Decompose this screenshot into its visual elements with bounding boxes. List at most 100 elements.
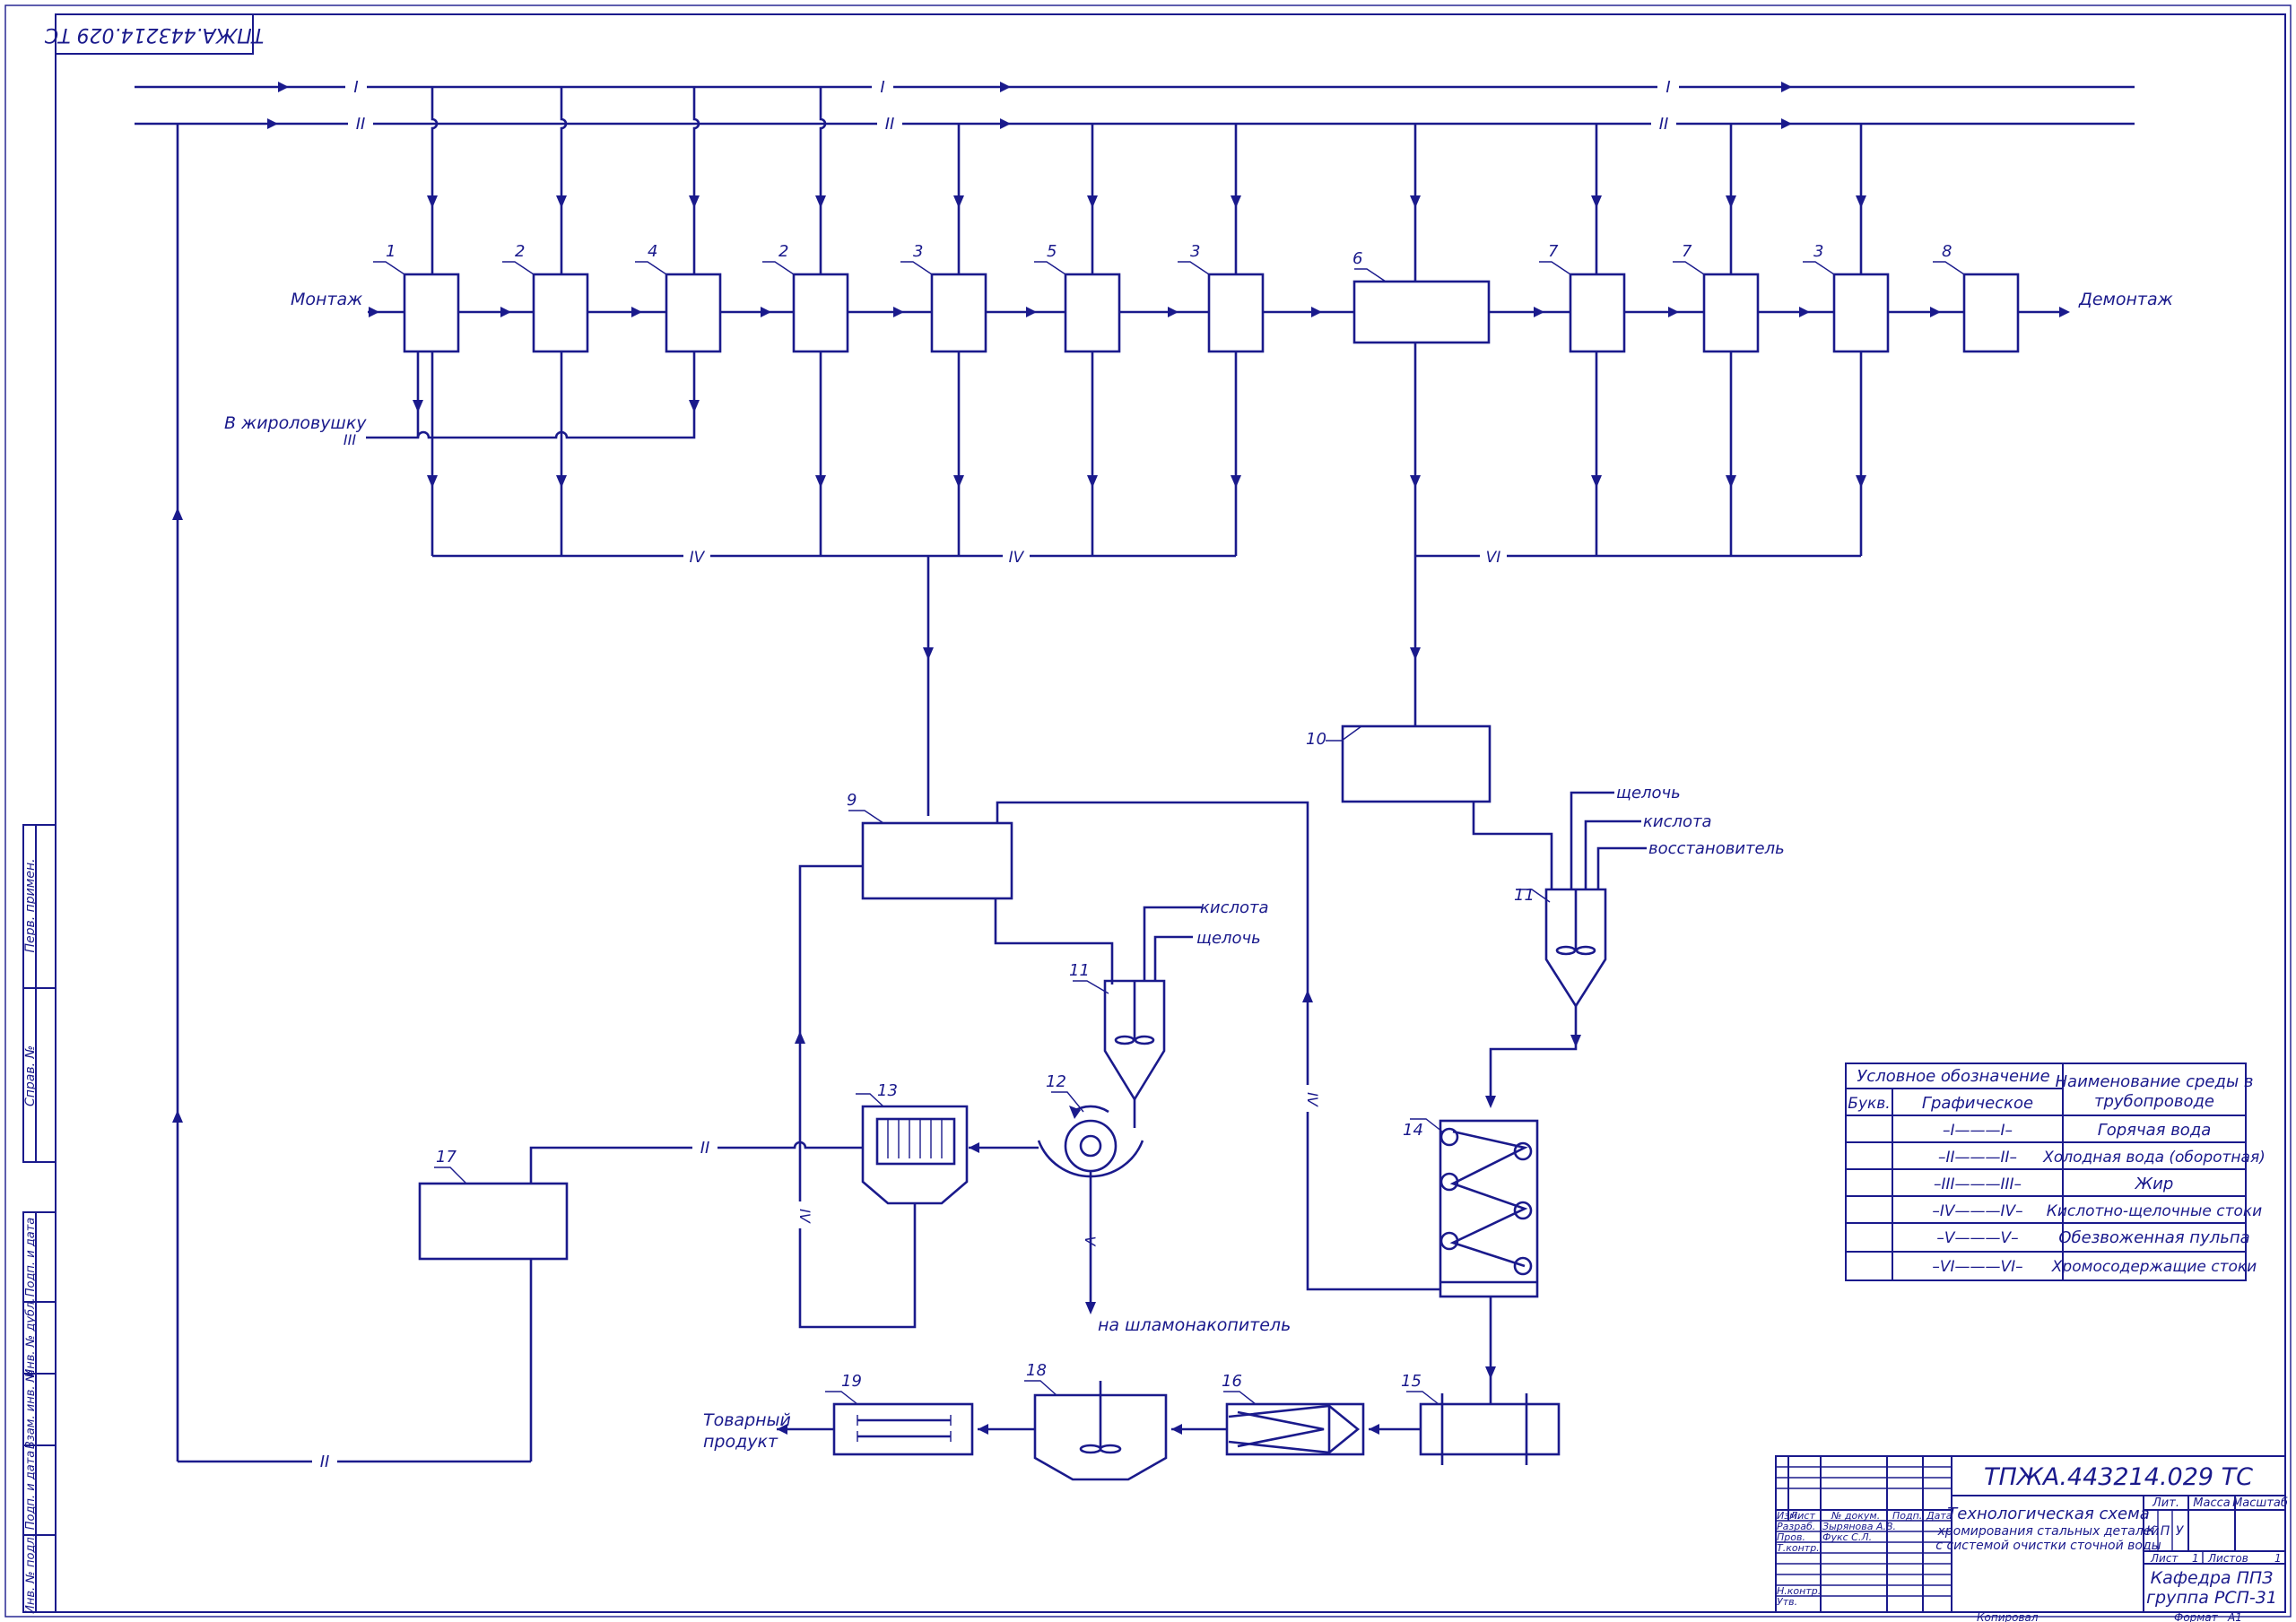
label-alkali-2: щелочь (1616, 784, 1681, 802)
num-11a: 11 (1069, 961, 1090, 980)
bath-2b (792, 273, 849, 353)
label-to-sludge: на шламонакопитель (1098, 1315, 1291, 1335)
num-4: 4 (648, 242, 657, 261)
legend-hdr-conventional: Условное обозначение (1857, 1067, 2049, 1086)
tb-sheets: Листов (2207, 1552, 2248, 1565)
tb-title-1: Технологическая схема (1947, 1505, 2149, 1523)
legend-name-5: Обезвоженная пульпа (2058, 1228, 2249, 1247)
bath-8 (1962, 273, 2020, 353)
num-12: 12 (1046, 1072, 1066, 1091)
label-IV-1: IV (690, 549, 706, 567)
unit-10 (1341, 724, 1492, 803)
num-6: 6 (1352, 249, 1362, 268)
legend-table: Условное обозначение Букв. Графическое Н… (1845, 1063, 2266, 1281)
pipeline-VI: VI (1410, 343, 1866, 726)
tb-lit-p: П (2161, 1524, 2170, 1539)
num-7b: 7 (1682, 242, 1692, 261)
legend-graphic-1: –I———I– (1943, 1122, 2013, 1140)
tb-kopiroval: Копировал (1977, 1611, 2039, 1622)
label-I-1: I (353, 78, 358, 97)
label-IV-to-14: IV (1304, 1092, 1321, 1107)
num-2b: 2 (778, 242, 788, 261)
label-II-3: II (1659, 115, 1669, 134)
legend-hdr-medium-1: Наименование среды в (2056, 1072, 2254, 1091)
num-11b: 11 (1514, 886, 1535, 905)
num-16: 16 (1222, 1372, 1242, 1391)
side-stamp: Перв. примен. Справ. № Подп. и дата Инв.… (22, 824, 57, 1614)
label-grease-trap: В жироловушку (224, 413, 367, 433)
bath-6 (1352, 280, 1491, 344)
bath-7b (1702, 273, 1760, 353)
production-line: Монтаж Демонтаж 1 2 4 2 3 5 3 6 7 7 3 8 (291, 242, 2173, 353)
label-II-1: II (356, 115, 366, 134)
tb-org-1: Кафедра ППЗ (2151, 1568, 2274, 1588)
label-III: III (344, 431, 356, 448)
stamp-vzam-inv: Взам. инв. № (24, 1370, 38, 1449)
label-II-17: II (700, 1139, 710, 1158)
bath-3b (1207, 273, 1265, 353)
num-14: 14 (1403, 1121, 1423, 1140)
tb-lit-k: К (2146, 1524, 2156, 1539)
num-1: 1 (386, 242, 396, 261)
legend-graphic-5: –V———V– (1936, 1229, 2018, 1247)
tb-prov-name: Фукс С.Л. (1822, 1531, 1872, 1543)
label-dismount: Демонтаж (2078, 290, 2173, 309)
bath-3a (930, 273, 987, 353)
tb-utv: Утв. (1777, 1596, 1797, 1608)
separator-12 (1064, 1119, 1118, 1173)
treatment-acid-alkali: 9 кислота щелочь 11 12 V на шламонакопит… (418, 791, 1440, 1335)
legend-name-4: Кислотно-щелочные стоки (2047, 1202, 2262, 1220)
legend-hdr-graphic: Графическое (1922, 1094, 2033, 1113)
legend-graphic-3: –III———III– (1934, 1175, 2022, 1193)
bath-1 (403, 273, 460, 353)
unit-9 (861, 821, 1013, 900)
num-3b: 3 (1190, 242, 1200, 261)
tb-masshtab: Масштаб (2232, 1496, 2288, 1510)
label-alkali-1: щелочь (1196, 929, 1261, 948)
filter-13 (861, 1105, 969, 1205)
stamp-perv-primen: Перв. примен. (23, 858, 38, 952)
label-II-2: II (885, 115, 895, 134)
legend-graphic-2: –II———II– (1938, 1149, 2017, 1167)
label-acid-1: кислота (1200, 898, 1269, 917)
label-V: V (1082, 1236, 1099, 1247)
return-line-II: II (172, 124, 533, 1471)
tb-massa: Масса (2193, 1496, 2230, 1510)
num-5: 5 (1047, 242, 1057, 261)
stamp-inv-dubl: Инв. № дубл. (24, 1298, 38, 1378)
tb-sheet: Лист (2150, 1552, 2179, 1565)
legend-graphic-4: –IV———IV– (1932, 1202, 2022, 1220)
label-product-2: продукт (703, 1432, 778, 1452)
pipeline-III: В жироловушку III (224, 351, 700, 448)
label-I-2: I (880, 78, 884, 97)
label-acid-2: кислота (1643, 812, 1712, 831)
tb-title-2: хромирования стальных деталей (1936, 1524, 2159, 1539)
supply-drops (427, 87, 1866, 282)
tb-sheets-no: 1 (2274, 1552, 2282, 1565)
num-17: 17 (436, 1148, 457, 1167)
legend-name-1: Горячая вода (2098, 1121, 2212, 1140)
bath-2a (532, 273, 589, 353)
title-block: Изм. Лист № докум. Подп. Дата Разраб. Зы… (1775, 1455, 2288, 1622)
dryer-16 (1225, 1402, 1365, 1456)
num-2a: 2 (515, 242, 525, 261)
bath-7a (1569, 273, 1626, 353)
label-IV-2: IV (1009, 549, 1025, 567)
process-flow-diagram: ТПЖА.443214.029 ТС Перв. примен. Справ. … (4, 4, 2292, 1622)
tb-hdr-sign: Подп. (1892, 1510, 1922, 1522)
packer-19 (832, 1402, 974, 1456)
label-reducer: восстановитель (1648, 839, 1785, 858)
stamp-inv-podl: Инв. № подл. (24, 1533, 38, 1614)
unit-17 (418, 1182, 569, 1261)
num-3a: 3 (913, 242, 923, 261)
legend-name-2: Холодная вода (оборотная) (2042, 1149, 2266, 1167)
tb-lit-u: У (2176, 1524, 2185, 1539)
num-3c: 3 (1813, 242, 1823, 261)
num-8: 8 (1942, 242, 1952, 261)
tb-code: ТПЖА.443214.029 ТС (1984, 1463, 2253, 1491)
label-product-1: Товарный (703, 1410, 791, 1430)
num-15: 15 (1401, 1372, 1422, 1391)
pipeline-II: II II II (135, 115, 2135, 134)
bottom-chain: 15 16 18 19 Товарный продукт (703, 1361, 1561, 1481)
label-IV-loop: IV (796, 1209, 813, 1224)
